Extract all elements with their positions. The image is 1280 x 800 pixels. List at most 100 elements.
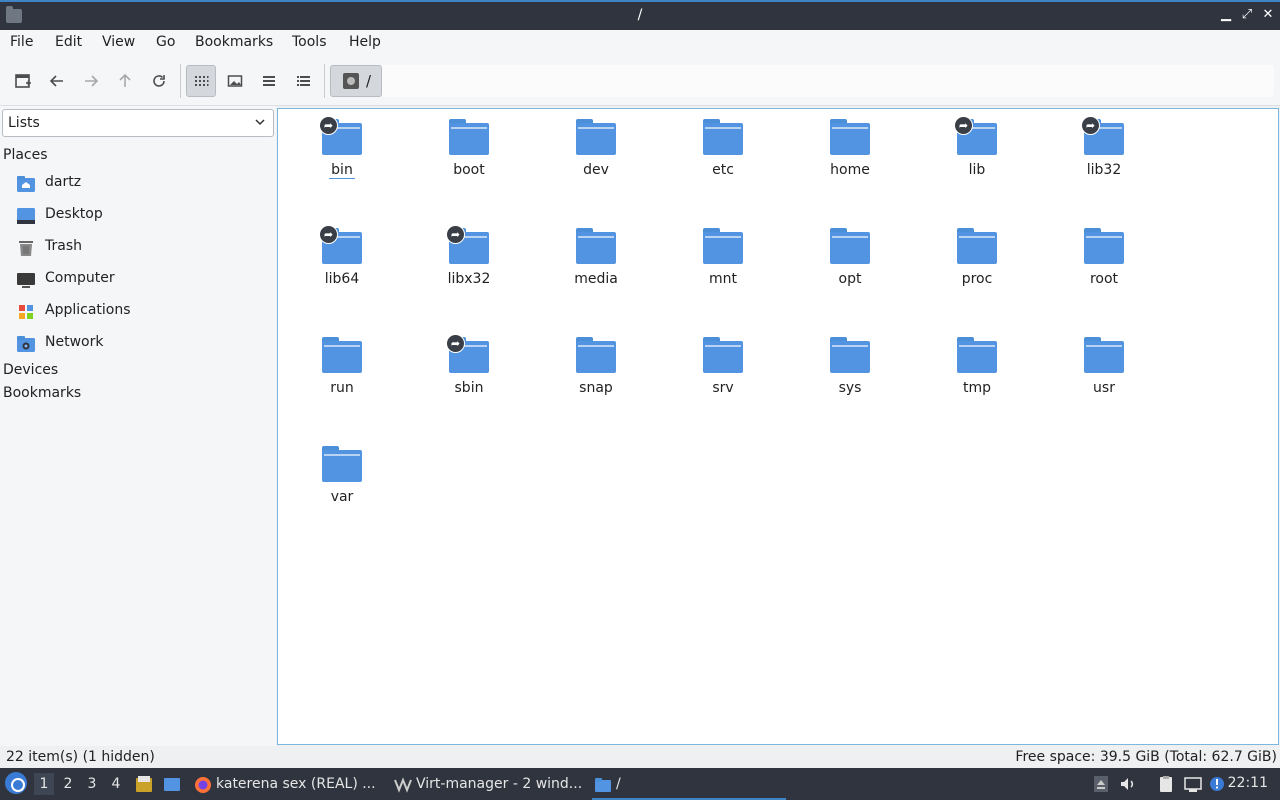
taskbar: 1 2 3 4 katerena sex (REAL) ... Virt-man… bbox=[0, 768, 1280, 800]
folder-icon bbox=[830, 119, 870, 155]
folder-item-sbin[interactable]: ➦ sbin bbox=[424, 327, 514, 417]
places-header[interactable]: Places bbox=[3, 147, 48, 163]
minimize-button[interactable]: ▁ bbox=[1216, 5, 1236, 25]
up-button[interactable] bbox=[110, 65, 140, 97]
task-file-manager[interactable]: / bbox=[592, 770, 786, 800]
sidebar-item-desktop[interactable]: Desktop bbox=[16, 204, 266, 228]
sidebar-mode-select[interactable]: Lists bbox=[2, 109, 274, 137]
bookmarks-header[interactable]: Bookmarks bbox=[3, 385, 81, 401]
clock[interactable]: 22:11 bbox=[1228, 775, 1268, 791]
folder-name: opt bbox=[838, 271, 862, 287]
sidebar-item-network[interactable]: Network bbox=[16, 332, 266, 356]
folder-icon bbox=[449, 119, 489, 155]
folder-item-lib32[interactable]: ➦ lib32 bbox=[1059, 109, 1149, 199]
menu-file[interactable]: File bbox=[10, 34, 33, 50]
sidebar-item-computer[interactable]: Computer bbox=[16, 268, 266, 292]
maximize-button[interactable]: ⤢ bbox=[1237, 5, 1257, 25]
task-virt-manager[interactable]: Virt-manager - 2 wind... bbox=[392, 770, 588, 800]
folder-item-mnt[interactable]: mnt bbox=[678, 218, 768, 308]
free-space-status: Free space: 39.5 GiB (Total: 62.7 GiB) bbox=[1015, 749, 1277, 765]
icon-view-button[interactable] bbox=[186, 65, 216, 97]
folder-item-boot[interactable]: boot bbox=[424, 109, 514, 199]
folder-item-sys[interactable]: sys bbox=[805, 327, 895, 417]
item-count-status: 22 item(s) (1 hidden) bbox=[6, 749, 155, 765]
folder-item-run[interactable]: run bbox=[297, 327, 387, 417]
compact-view-button[interactable] bbox=[254, 65, 284, 97]
file-manager-launcher-icon[interactable] bbox=[135, 775, 153, 793]
start-menu-button[interactable] bbox=[5, 772, 27, 794]
folder-name: sbin bbox=[454, 380, 484, 396]
close-button[interactable]: ✕ bbox=[1258, 5, 1278, 25]
workspace-3[interactable]: 3 bbox=[82, 773, 102, 795]
folder-icon bbox=[1084, 337, 1124, 373]
home-folder-icon bbox=[17, 176, 35, 192]
folder-item-lib64[interactable]: ➦ lib64 bbox=[297, 218, 387, 308]
thumbnail-view-button[interactable] bbox=[220, 65, 250, 97]
folder-name: sys bbox=[838, 380, 862, 396]
new-tab-button[interactable] bbox=[8, 65, 38, 97]
symlink-arrow-icon: ➦ bbox=[954, 116, 973, 135]
path-bar-area[interactable] bbox=[382, 65, 1274, 97]
drive-icon bbox=[343, 73, 359, 89]
folder-item-lib[interactable]: ➦ lib bbox=[932, 109, 1022, 199]
folder-item-srv[interactable]: srv bbox=[678, 327, 768, 417]
folder-item-root[interactable]: root bbox=[1059, 218, 1149, 308]
workspace-1[interactable]: 1 bbox=[34, 773, 54, 795]
volume-icon[interactable] bbox=[1119, 775, 1137, 793]
menu-help[interactable]: Help bbox=[349, 34, 381, 50]
task-label: Virt-manager - 2 wind... bbox=[416, 776, 583, 792]
task-label: katerena sex (REAL) ... bbox=[216, 776, 376, 792]
sidebar-item-applications[interactable]: Applications bbox=[16, 300, 266, 324]
chevron-down-icon bbox=[255, 119, 265, 126]
update-notifier-icon[interactable] bbox=[1208, 775, 1226, 793]
path-button-root[interactable]: / bbox=[330, 65, 382, 97]
task-firefox[interactable]: katerena sex (REAL) ... bbox=[192, 770, 384, 800]
path-segment: / bbox=[366, 72, 372, 90]
computer-icon bbox=[17, 273, 35, 288]
network-status-icon[interactable] bbox=[1184, 775, 1202, 793]
folder-item-snap[interactable]: snap bbox=[551, 327, 641, 417]
devices-header[interactable]: Devices bbox=[3, 362, 58, 378]
folder-item-usr[interactable]: usr bbox=[1059, 327, 1149, 417]
folder-item-dev[interactable]: dev bbox=[551, 109, 641, 199]
detailed-list-view-button[interactable] bbox=[288, 65, 318, 97]
menu-bookmarks[interactable]: Bookmarks bbox=[195, 34, 273, 50]
show-desktop-icon[interactable] bbox=[163, 775, 181, 793]
menu-tools[interactable]: Tools bbox=[292, 34, 327, 50]
new-tab-icon bbox=[15, 74, 31, 88]
reload-button[interactable] bbox=[144, 65, 174, 97]
sidebar-item-label: Computer bbox=[45, 270, 115, 286]
folder-item-tmp[interactable]: tmp bbox=[932, 327, 1022, 417]
folder-item-bin[interactable]: ➦ bin bbox=[297, 109, 387, 199]
folder-item-proc[interactable]: proc bbox=[932, 218, 1022, 308]
folder-name: etc bbox=[712, 162, 734, 178]
menu-edit[interactable]: Edit bbox=[55, 34, 82, 50]
folder-name: media bbox=[574, 271, 618, 287]
clipboard-icon[interactable] bbox=[1157, 775, 1175, 793]
sidebar-item-home[interactable]: dartz bbox=[16, 172, 266, 196]
folder-item-var[interactable]: var bbox=[297, 436, 387, 526]
folder-item-opt[interactable]: opt bbox=[805, 218, 895, 308]
sidebar-item-trash[interactable]: Trash bbox=[16, 236, 266, 260]
back-button[interactable] bbox=[42, 65, 72, 97]
trash-icon bbox=[19, 241, 33, 256]
folder-name: var bbox=[330, 489, 354, 505]
folder-item-libx32[interactable]: ➦ libx32 bbox=[424, 218, 514, 308]
menu-view[interactable]: View bbox=[102, 34, 135, 50]
sidebar-mode-value: Lists bbox=[8, 115, 40, 131]
file-icon-view[interactable]: ➦ bin boot dev etc home ➦ lib ➦ lib32 ➦ lib64 ➦ libx3… bbox=[277, 108, 1279, 745]
eject-icon[interactable] bbox=[1092, 775, 1110, 793]
symlink-arrow-icon: ➦ bbox=[1081, 116, 1100, 135]
folder-item-media[interactable]: media bbox=[551, 218, 641, 308]
menu-go[interactable]: Go bbox=[156, 34, 175, 50]
desktop-icon bbox=[17, 208, 35, 224]
folder-icon bbox=[576, 337, 616, 373]
arrow-right-icon bbox=[85, 75, 99, 87]
workspace-4[interactable]: 4 bbox=[106, 773, 126, 795]
folder-item-home[interactable]: home bbox=[805, 109, 895, 199]
forward-button[interactable] bbox=[76, 65, 106, 97]
folder-name: dev bbox=[583, 162, 609, 178]
workspace-2[interactable]: 2 bbox=[58, 773, 78, 795]
folder-item-etc[interactable]: etc bbox=[678, 109, 768, 199]
menu-bar: File Edit View Go Bookmarks Tools Help bbox=[0, 30, 1280, 56]
